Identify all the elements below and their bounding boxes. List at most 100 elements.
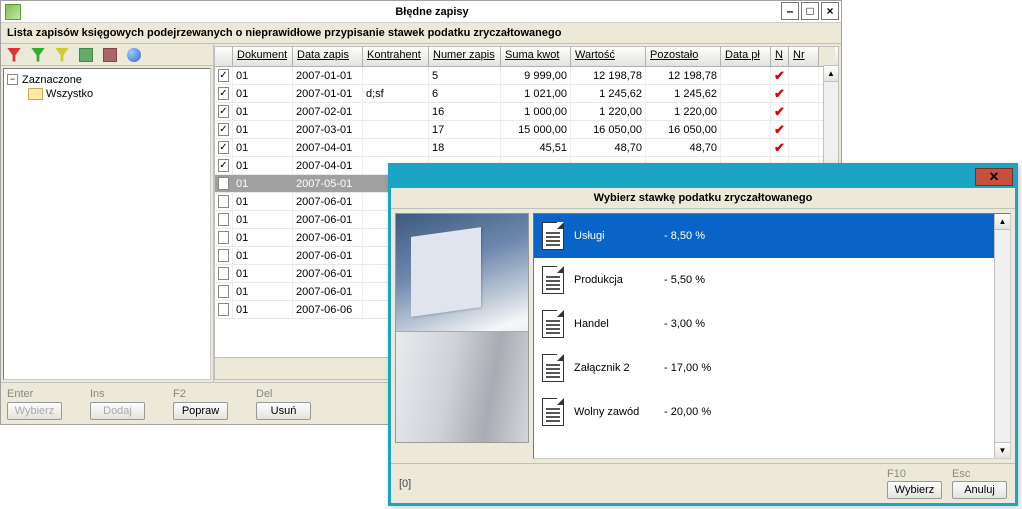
pin-icon[interactable] <box>127 48 141 62</box>
col-dokument[interactable]: Dokument <box>233 47 293 66</box>
filter-apply-icon[interactable] <box>31 48 45 62</box>
cell: 2007-06-01 <box>293 283 363 300</box>
tree-view[interactable]: Zaznaczone Wszystko <box>3 68 211 380</box>
tree-expand-icon[interactable] <box>79 48 93 62</box>
col-n[interactable]: N <box>771 47 789 66</box>
row-checkbox[interactable] <box>215 247 233 264</box>
dialog-anuluj-button[interactable]: Anuluj <box>952 481 1007 499</box>
filter-clear-icon[interactable] <box>7 48 21 62</box>
row-checkbox[interactable] <box>215 301 233 318</box>
cell <box>789 67 819 84</box>
cell: 12 198,78 <box>646 67 721 84</box>
row-checkbox[interactable]: ✓ <box>215 121 233 138</box>
dialog-vscrollbar[interactable]: ▲ ▼ <box>994 214 1010 458</box>
checkbox-icon[interactable]: ✓ <box>218 141 229 154</box>
row-checkbox[interactable] <box>215 283 233 300</box>
checkbox-icon[interactable]: ✓ <box>218 69 229 82</box>
wybierz-button[interactable]: Wybierz <box>7 402 62 420</box>
checkbox-icon[interactable] <box>218 177 229 190</box>
rate-item[interactable]: Załącznik 2 17,00 % <box>534 346 1010 390</box>
app-icon <box>5 4 21 20</box>
cell <box>789 85 819 102</box>
checkbox-icon[interactable] <box>218 285 229 298</box>
tree-root[interactable]: Zaznaczone <box>6 73 208 87</box>
table-row[interactable]: ✓012007-01-0159 999,0012 198,7812 198,78… <box>215 67 838 85</box>
col-data-zapis[interactable]: Data zapis <box>293 47 363 66</box>
cell-n: ✔ <box>771 103 789 120</box>
cell <box>363 67 429 84</box>
checkbox-icon[interactable]: ✓ <box>218 123 229 136</box>
filter-edit-icon[interactable] <box>55 48 69 62</box>
col-kontrahent[interactable]: Kontrahent <box>363 47 429 66</box>
cell: 18 <box>429 139 501 156</box>
cell <box>721 85 771 102</box>
row-checkbox[interactable] <box>215 193 233 210</box>
row-checkbox[interactable]: ✓ <box>215 85 233 102</box>
table-row[interactable]: ✓012007-02-01161 000,001 220,001 220,00✔ <box>215 103 838 121</box>
dialog-f10: F10 Wybierz <box>887 468 942 499</box>
footer-ins: Ins Dodaj <box>90 388 145 420</box>
row-checkbox[interactable] <box>215 229 233 246</box>
tree-collapse-icon[interactable] <box>103 48 117 62</box>
cell: 2007-01-01 <box>293 85 363 102</box>
rate-item[interactable]: Usługi 8,50 % <box>534 214 1010 258</box>
col-pozostalo[interactable]: Pozostało <box>646 47 721 66</box>
minimize-button[interactable]: – <box>781 2 799 20</box>
dialog-close-button[interactable]: ✕ <box>975 168 1013 186</box>
dialog-wybierz-button[interactable]: Wybierz <box>887 481 942 499</box>
checkbox-icon[interactable]: ✓ <box>218 105 229 118</box>
table-row[interactable]: ✓012007-01-01d;sf61 021,001 245,621 245,… <box>215 85 838 103</box>
checkbox-icon[interactable] <box>218 249 229 262</box>
table-row[interactable]: ✓012007-04-011845,5148,7048,70✔ <box>215 139 838 157</box>
checkbox-icon[interactable] <box>218 195 229 208</box>
usun-button[interactable]: Usuń <box>256 402 311 420</box>
rate-value: 5,50 % <box>664 274 705 286</box>
col-suma-kwot[interactable]: Suma kwot <box>501 47 571 66</box>
dialog-title: Wybierz stawkę podatku zryczałtowanego <box>391 188 1015 209</box>
cell: 2007-06-01 <box>293 193 363 210</box>
cell: 48,70 <box>646 139 721 156</box>
rate-item[interactable]: Wolny zawód 20,00 % <box>534 390 1010 434</box>
checkbox-icon[interactable] <box>218 231 229 244</box>
row-checkbox[interactable]: ✓ <box>215 139 233 156</box>
checkbox-icon[interactable] <box>218 303 229 316</box>
dialog-scroll-down-icon[interactable]: ▼ <box>995 442 1010 458</box>
col-numer-zapis[interactable]: Numer zapis <box>429 47 501 66</box>
dialog-image <box>395 213 529 443</box>
checkbox-icon[interactable]: ✓ <box>218 87 229 100</box>
dialog-scroll-up-icon[interactable]: ▲ <box>995 214 1010 230</box>
rate-label: Załącznik 2 <box>574 362 654 374</box>
row-checkbox[interactable]: ✓ <box>215 157 233 174</box>
row-checkbox[interactable] <box>215 175 233 192</box>
dodaj-button[interactable]: Dodaj <box>90 402 145 420</box>
cell: 01 <box>233 85 293 102</box>
cell: 2007-04-01 <box>293 157 363 174</box>
rate-item[interactable]: Produkcja 5,50 % <box>534 258 1010 302</box>
col-wartosc[interactable]: Wartość <box>571 47 646 66</box>
cell: 12 198,78 <box>571 67 646 84</box>
row-checkbox[interactable]: ✓ <box>215 103 233 120</box>
cell: 01 <box>233 175 293 192</box>
col-checkbox[interactable] <box>215 47 233 66</box>
close-button[interactable]: × <box>821 2 839 20</box>
row-checkbox[interactable]: ✓ <box>215 67 233 84</box>
tree-child[interactable]: Wszystko <box>6 87 208 101</box>
rate-item[interactable]: Handel 3,00 % <box>534 302 1010 346</box>
checkbox-icon[interactable] <box>218 267 229 280</box>
cell: 2007-04-01 <box>293 139 363 156</box>
table-row[interactable]: ✓012007-03-011715 000,0016 050,0016 050,… <box>215 121 838 139</box>
maximize-button[interactable]: □ <box>801 2 819 20</box>
row-checkbox[interactable] <box>215 211 233 228</box>
rate-value: 17,00 % <box>664 362 711 374</box>
scroll-up-icon[interactable]: ▲ <box>824 66 838 82</box>
popraw-button[interactable]: Popraw <box>173 402 228 420</box>
dialog-titlebar[interactable]: ✕ <box>391 166 1015 188</box>
cell-n: ✔ <box>771 139 789 156</box>
row-checkbox[interactable] <box>215 265 233 282</box>
col-data-pl[interactable]: Data pł <box>721 47 771 66</box>
rate-label: Handel <box>574 318 654 330</box>
rate-list[interactable]: Usługi 8,50 %Produkcja 5,50 %Handel 3,00… <box>533 213 1011 459</box>
checkbox-icon[interactable]: ✓ <box>218 159 229 172</box>
checkbox-icon[interactable] <box>218 213 229 226</box>
col-nr[interactable]: Nr <box>789 47 819 66</box>
